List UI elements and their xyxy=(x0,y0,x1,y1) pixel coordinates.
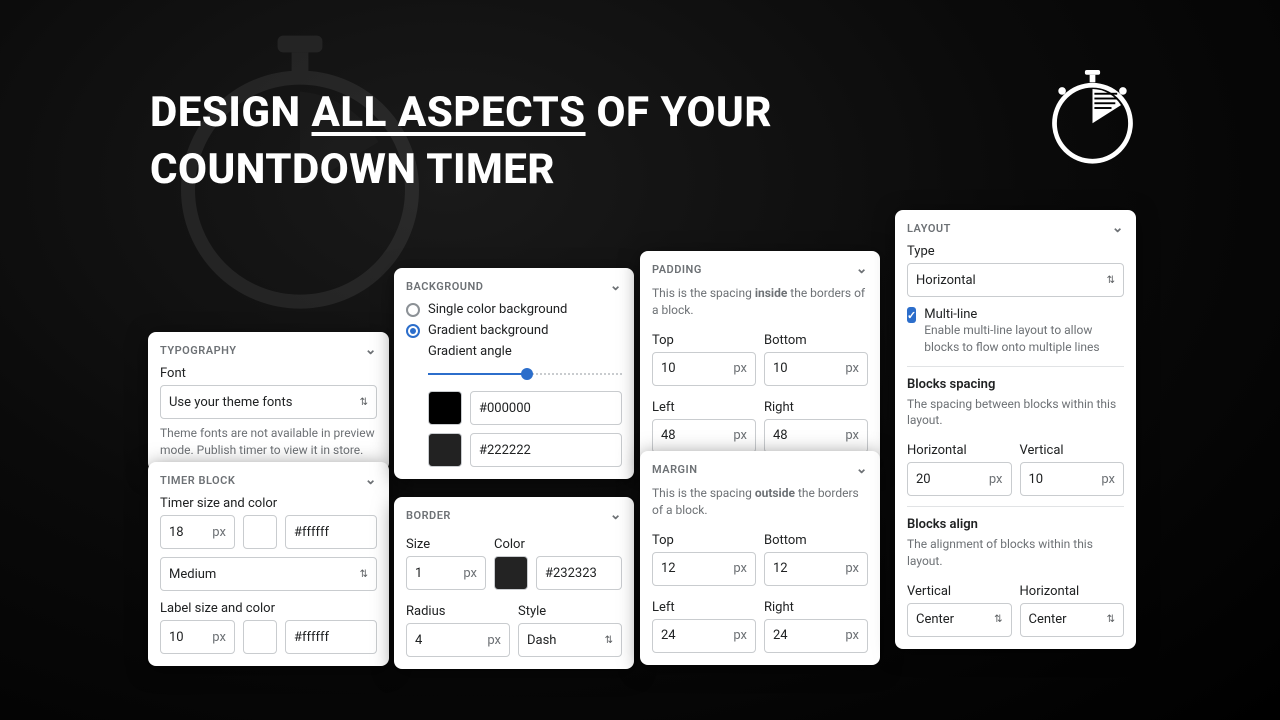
margin-bottom-input[interactable]: 12px xyxy=(764,552,868,586)
timer-block-panel: TIMER BLOCK ⌄ Timer size and color 18px … xyxy=(148,462,389,666)
padding-bottom-input[interactable]: 10px xyxy=(764,352,868,386)
border-color-swatch[interactable] xyxy=(494,556,528,590)
multiline-label: Multi-line xyxy=(924,307,1124,322)
layout-type-select[interactable]: Horizontal ⇅ xyxy=(907,263,1124,297)
margin-right-input[interactable]: 24px xyxy=(764,619,868,653)
typography-panel: TYPOGRAPHY ⌄ Font Use your theme fonts ⇅… xyxy=(148,332,389,471)
layout-head: LAYOUT xyxy=(907,222,951,235)
border-color-label: Color xyxy=(494,537,622,552)
spacing-v-label: Vertical xyxy=(1020,443,1125,458)
gradient-radio[interactable]: Gradient background xyxy=(406,323,622,338)
timer-size-label: Timer size and color xyxy=(160,496,377,511)
padding-panel: PADDING ⌄ This is the spacing inside the… xyxy=(640,251,880,465)
spacing-h-label: Horizontal xyxy=(907,443,1012,458)
border-size-input[interactable]: 1px xyxy=(406,556,486,590)
font-hint: Theme fonts are not available in preview… xyxy=(160,425,377,459)
chevron-down-icon[interactable]: ⌄ xyxy=(365,342,377,358)
timer-block-head: TIMER BLOCK xyxy=(160,474,235,487)
gradient-color2-swatch[interactable] xyxy=(428,433,462,467)
background-panel: BACKGROUND ⌄ Single color background Gra… xyxy=(394,268,634,479)
label-hex-input[interactable]: #ffffff xyxy=(285,620,377,654)
label-size-label: Label size and color xyxy=(160,601,377,616)
border-panel: BORDER ⌄ Size 1px Color #232323 Radius 4… xyxy=(394,497,634,669)
select-caret-icon: ⇅ xyxy=(1107,275,1115,286)
margin-head: MARGIN xyxy=(652,463,698,476)
gradient-color1-input[interactable]: #000000 xyxy=(470,391,622,425)
margin-hint: This is the spacing outside the borders … xyxy=(652,485,868,519)
stopwatch-icon xyxy=(1045,70,1140,165)
margin-left-label: Left xyxy=(652,600,756,615)
border-radius-input[interactable]: 4px xyxy=(406,623,510,657)
spacing-h-input[interactable]: 20px xyxy=(907,462,1012,496)
select-caret-icon: ⇅ xyxy=(360,569,368,580)
multiline-checkbox[interactable] xyxy=(907,307,916,323)
margin-right-label: Right xyxy=(764,600,868,615)
halign-select[interactable]: Center ⇅ xyxy=(1020,603,1125,637)
padding-left-label: Left xyxy=(652,400,756,415)
padding-top-label: Top xyxy=(652,333,756,348)
halign-label: Horizontal xyxy=(1020,584,1125,599)
timer-hex-input[interactable]: #ffffff xyxy=(285,515,377,549)
gradient-angle-label: Gradient angle xyxy=(428,344,622,359)
valign-label: Vertical xyxy=(907,584,1012,599)
border-radius-label: Radius xyxy=(406,604,510,619)
padding-right-input[interactable]: 48px xyxy=(764,419,868,453)
chevron-down-icon[interactable]: ⌄ xyxy=(856,261,868,277)
gradient-color2-input[interactable]: #222222 xyxy=(470,433,622,467)
layout-panel: LAYOUT ⌄ Type Horizontal ⇅ Multi-line En… xyxy=(895,210,1136,649)
background-head: BACKGROUND xyxy=(406,280,483,293)
timer-size-input[interactable]: 18px xyxy=(160,515,235,549)
select-caret-icon: ⇅ xyxy=(360,397,368,408)
margin-top-input[interactable]: 12px xyxy=(652,552,756,586)
timer-weight-select[interactable]: Medium ⇅ xyxy=(160,557,377,591)
padding-hint: This is the spacing inside the borders o… xyxy=(652,285,868,319)
layout-type-label: Type xyxy=(907,244,1124,259)
blocks-align-hint: The alignment of blocks within this layo… xyxy=(907,536,1124,570)
chevron-down-icon[interactable]: ⌄ xyxy=(1112,220,1124,236)
label-size-input[interactable]: 10px xyxy=(160,620,235,654)
border-style-label: Style xyxy=(518,604,622,619)
select-caret-icon: ⇅ xyxy=(605,635,613,646)
chevron-down-icon[interactable]: ⌄ xyxy=(365,472,377,488)
font-label: Font xyxy=(160,366,377,381)
border-size-label: Size xyxy=(406,537,486,552)
blocks-spacing-hint: The spacing between blocks within this l… xyxy=(907,396,1124,430)
valign-select[interactable]: Center ⇅ xyxy=(907,603,1012,637)
border-style-select[interactable]: Dash ⇅ xyxy=(518,623,622,657)
margin-panel: MARGIN ⌄ This is the spacing outside the… xyxy=(640,451,880,665)
padding-right-label: Right xyxy=(764,400,868,415)
margin-bottom-label: Bottom xyxy=(764,533,868,548)
blocks-align-head: Blocks align xyxy=(907,517,1124,532)
label-color-swatch[interactable] xyxy=(243,620,277,654)
border-head: BORDER xyxy=(406,509,451,522)
select-caret-icon: ⇅ xyxy=(994,614,1002,625)
padding-top-input[interactable]: 10px xyxy=(652,352,756,386)
margin-top-label: Top xyxy=(652,533,756,548)
spacing-v-input[interactable]: 10px xyxy=(1020,462,1125,496)
font-select[interactable]: Use your theme fonts ⇅ xyxy=(160,385,377,419)
padding-left-input[interactable]: 48px xyxy=(652,419,756,453)
border-hex-input[interactable]: #232323 xyxy=(536,556,622,590)
padding-head: PADDING xyxy=(652,263,702,276)
gradient-angle-slider[interactable] xyxy=(428,367,622,381)
chevron-down-icon[interactable]: ⌄ xyxy=(610,507,622,523)
blocks-spacing-head: Blocks spacing xyxy=(907,377,1124,392)
multiline-hint: Enable multi-line layout to allow blocks… xyxy=(924,322,1124,356)
margin-left-input[interactable]: 24px xyxy=(652,619,756,653)
chevron-down-icon[interactable]: ⌄ xyxy=(856,461,868,477)
typography-head: TYPOGRAPHY xyxy=(160,344,237,357)
page-title: DESIGN ALL ASPECTS OF YOUR COUNTDOWN TIM… xyxy=(150,85,772,198)
gradient-color1-swatch[interactable] xyxy=(428,391,462,425)
timer-color-swatch[interactable] xyxy=(243,515,277,549)
chevron-down-icon[interactable]: ⌄ xyxy=(610,278,622,294)
padding-bottom-label: Bottom xyxy=(764,333,868,348)
single-color-radio[interactable]: Single color background xyxy=(406,302,622,317)
select-caret-icon: ⇅ xyxy=(1107,614,1115,625)
